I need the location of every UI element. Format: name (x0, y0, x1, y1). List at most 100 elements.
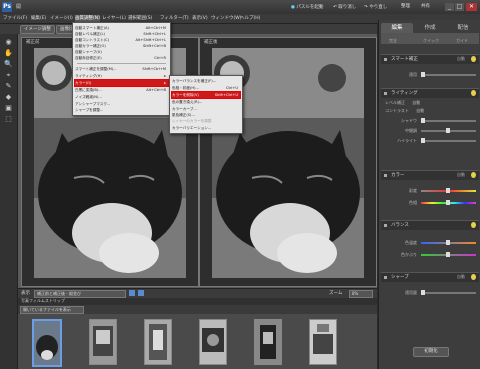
slider-highlights[interactable]: ハイライト (383, 138, 479, 144)
smart-fix-auto[interactable]: 自動 (457, 56, 465, 62)
bin-header: 写真フィルムストリップ (18, 298, 377, 305)
menu-image[interactable]: イメージ(I) (50, 15, 73, 22)
section-color[interactable]: カラー 自動 (381, 170, 479, 180)
redo-button[interactable]: ↷ やり直し (364, 4, 387, 10)
slider-midtones[interactable]: 中間調 (383, 128, 479, 134)
slider-temperature[interactable]: 色温度 (383, 240, 479, 246)
bin-title: 写真フィルムストリップ (21, 298, 65, 303)
eye-icon[interactable]: ◉ (4, 38, 13, 47)
edit-panel: 編集 作成 配信 完全 クイック ガイド スマート補正 自動 適用 ライティング… (378, 20, 480, 369)
subtab-quick[interactable]: クイック (423, 38, 439, 44)
toolbox: ◉ ✋ 🔍 ⌖ ✎ ◆ ▣ ⬚ (0, 34, 18, 369)
menu-file[interactable]: ファイル(F) (3, 15, 27, 22)
menu-view[interactable]: 表示(V) (192, 15, 208, 22)
swap-icon[interactable] (129, 290, 135, 296)
slider-sharpen[interactable]: 適用量 (383, 290, 479, 296)
view-bar: 表示 補正前と補正後 - 縦並び ズーム 8% (18, 288, 377, 298)
reset-button[interactable]: 初期化 (413, 347, 449, 357)
title-bar: Ps 開 ● パスルを起動 ↶ 取り消し ↷ やり直し 整理 共有 _ □ ✕ (0, 0, 480, 14)
sync-icon[interactable] (138, 290, 144, 296)
view-select[interactable]: 補正前と補正後 - 縦並び (34, 290, 126, 298)
contrast-row: コントラスト 自動 (385, 108, 425, 113)
menu-edit[interactable]: 編集(E) (31, 15, 46, 22)
thumb-6[interactable] (309, 319, 337, 365)
brush-icon[interactable]: ✎ (4, 82, 13, 91)
before-label: 補正前 (26, 40, 40, 45)
share-button[interactable]: 共有 (421, 3, 437, 11)
section-balance[interactable]: バランス (381, 220, 479, 230)
section-sharpen[interactable]: シャープ 自動 (381, 272, 479, 282)
zoom-icon[interactable]: 🔍 (4, 60, 13, 69)
submenu-item-color-balance[interactable]: カラーバランスを補正(F)... (172, 78, 240, 84)
section-smart-fix[interactable]: スマート補正 自動 (381, 54, 479, 64)
hand-icon[interactable]: ✋ (4, 49, 13, 58)
menu-select[interactable]: 選択範囲(S) (128, 15, 152, 22)
menu-layer[interactable]: レイヤー(L) (102, 15, 126, 22)
submenu-item-color-variations[interactable]: カラーバリエーション... (172, 125, 240, 131)
menu-item-convert-bw[interactable]: 白黒に変換(B)... Alt+Ctrl+B (75, 87, 168, 93)
tab-create[interactable]: 作成 (414, 23, 446, 33)
color-auto[interactable]: 自動 (457, 172, 465, 178)
section-lighting[interactable]: ライティング (381, 88, 479, 98)
subtab-full[interactable]: 完全 (389, 38, 397, 44)
launch-puzzle-button[interactable]: ● パスルを起動 (291, 4, 323, 10)
bulb-icon[interactable] (471, 222, 476, 228)
levels-auto[interactable]: 自動 (412, 100, 420, 105)
after-label: 補正後 (204, 40, 218, 45)
organize-button[interactable]: 整理 (401, 3, 417, 11)
redeye-icon[interactable]: ◆ (4, 93, 13, 102)
menu-window[interactable]: ウィンドウ(W) (211, 15, 241, 22)
whiten-icon[interactable]: ▣ (4, 104, 13, 113)
bulb-icon[interactable] (471, 274, 476, 280)
bulb-icon[interactable] (471, 56, 476, 62)
menu-help[interactable]: ヘルプ(H) (240, 15, 260, 22)
bin-dropdown[interactable]: 開いているファイルを表示 (20, 306, 84, 314)
crop-icon[interactable]: ⌖ (4, 71, 13, 80)
app-logo: Ps (2, 2, 12, 12)
thumb-3[interactable] (144, 319, 172, 365)
color-submenu: カラーバランスを補正(F)... 色相・彩度(H)... Ctrl+U カラーを削… (169, 75, 243, 134)
zoom-label: ズーム (329, 291, 343, 296)
menu-filter[interactable]: フィルター(T) (160, 15, 189, 22)
submenu-item-hue-saturation[interactable]: 色相・彩度(H)... Ctrl+U (172, 85, 240, 91)
thumb-5[interactable] (254, 319, 282, 365)
thumb-4[interactable] (199, 319, 227, 365)
image-adjust-button[interactable]: イメージ調整 (20, 25, 55, 34)
selection-icon[interactable]: ⬚ (4, 115, 13, 124)
submenu-item-layer-color: レイヤーのカラーを調整 (172, 119, 212, 123)
thumb-1[interactable] (32, 319, 62, 367)
maximize-button[interactable]: □ (455, 3, 464, 11)
slider-smart-fix[interactable]: 適用 (383, 72, 479, 78)
contrast-auto[interactable]: 自動 (416, 108, 424, 113)
menu-item-color[interactable]: カラー(O) ▸ (74, 79, 169, 87)
tab-edit[interactable]: 編集 (381, 23, 413, 33)
photo-bin (18, 314, 377, 369)
bulb-icon[interactable] (471, 172, 476, 178)
menu-item-reduce-noise[interactable]: ノイズ軽減(N)... (75, 94, 168, 100)
menu-enhance[interactable]: 画質調整(N) (75, 15, 100, 22)
sharpen-auto[interactable]: 自動 (457, 274, 465, 280)
slider-hue[interactable]: 色相 (383, 200, 479, 206)
thumb-2[interactable] (89, 319, 117, 365)
menu-item-adjust-sharpness[interactable]: シャープを調整... (75, 107, 168, 113)
levels-row: レベル補正 自動 (385, 100, 421, 105)
bulb-icon[interactable] (471, 90, 476, 96)
bin-toolbar: 開いているファイルを表示 (18, 305, 377, 314)
enhance-menu: 自動スマート補正(A) Alt+Ctrl+M 自動レベル補正(L) Shift+Ct… (72, 22, 171, 116)
menu-item-auto-redeye[interactable]: 自動赤目修正(E) Ctrl+R (75, 55, 168, 61)
submenu-item-replace-color[interactable]: 色の置き換え(R)... (172, 99, 240, 105)
slider-tint[interactable]: 色かぶり (383, 252, 479, 258)
view-label: 表示 (21, 291, 30, 296)
zoom-input[interactable]: 8% (349, 290, 373, 298)
submenu-item-remove-color[interactable]: カラーを削除(V) Shift+Ctrl+U (171, 91, 241, 99)
slider-saturation[interactable]: 彩度 (383, 188, 479, 194)
close-button[interactable]: ✕ (466, 3, 477, 11)
menu-item-adjust-smart-fix[interactable]: スマート補正を調整(M)... Shift+Ctrl+M (75, 66, 168, 72)
subtab-guided[interactable]: ガイド (456, 38, 468, 44)
window-tab[interactable]: 開 (16, 3, 32, 10)
undo-button[interactable]: ↶ 取り消し (333, 4, 356, 10)
slider-shadows[interactable]: シャドウ (383, 118, 479, 124)
minimize-button[interactable]: _ (445, 3, 454, 11)
tab-share[interactable]: 配信 (447, 23, 479, 33)
menu-item-lighting[interactable]: ライティング(H) ▸ (75, 73, 168, 79)
